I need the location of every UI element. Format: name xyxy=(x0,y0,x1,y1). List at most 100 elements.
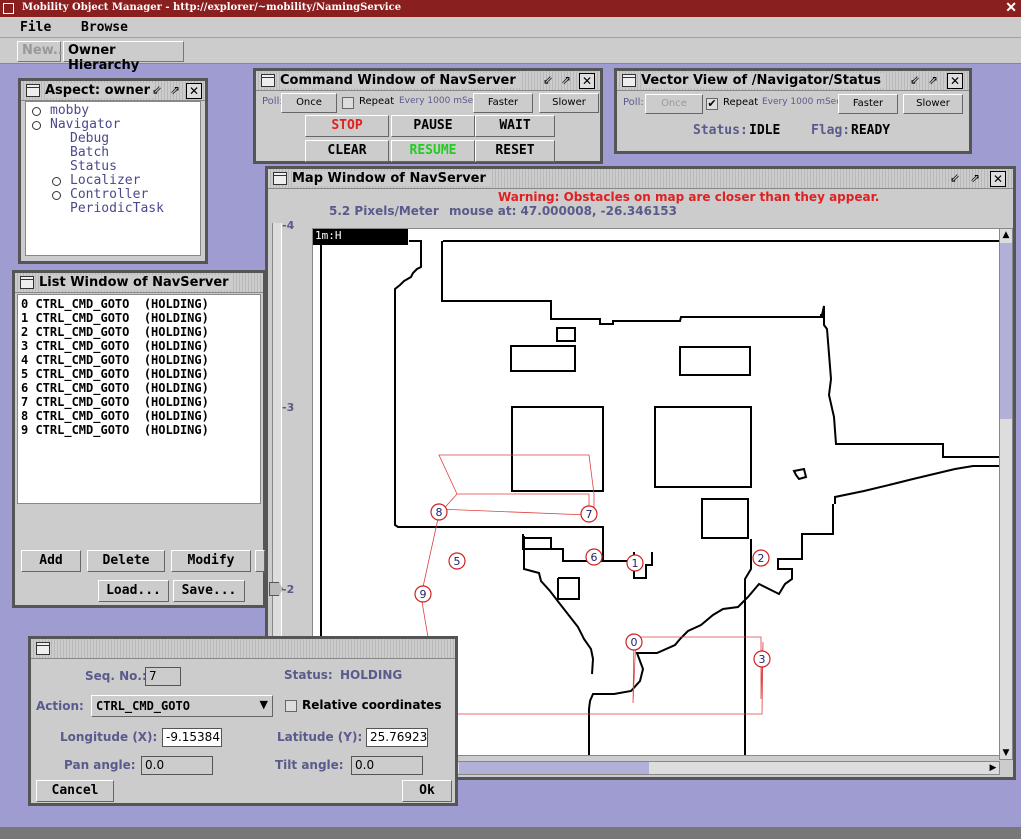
maximize-icon[interactable]: ⇗ xyxy=(967,171,983,187)
tree-node-controller[interactable]: Controller xyxy=(70,187,148,202)
list-item[interactable]: 4 CTRL_CMD_GOTO (HOLDING) xyxy=(21,353,209,367)
waypoint-marker[interactable]: 6 xyxy=(585,548,603,566)
faster-button[interactable]: Faster xyxy=(473,93,533,113)
list-item[interactable]: 2 CTRL_CMD_GOTO (HOLDING) xyxy=(21,325,209,339)
command-window: Command Window of NavServer ⇙ ⇗ ✕ Poll: … xyxy=(253,68,603,164)
reset-button[interactable]: RESET xyxy=(475,140,555,162)
relative-coordinates-checkbox[interactable] xyxy=(285,700,297,712)
vector-title: Vector View of /Navigator/Status xyxy=(641,73,885,88)
scroll-thumb[interactable] xyxy=(459,762,649,774)
close-icon[interactable]: ✕ xyxy=(186,83,202,99)
scroll-thumb[interactable] xyxy=(1000,243,1012,419)
tree-node-debug[interactable]: Debug xyxy=(70,131,109,146)
tree-node-navigator[interactable]: Navigator xyxy=(50,117,120,132)
slower-button[interactable]: Slower xyxy=(903,94,963,114)
maximize-icon[interactable]: ⇗ xyxy=(167,83,183,99)
save-button[interactable]: Save... xyxy=(173,580,245,602)
action-select[interactable]: CTRL_CMD_GOTO ▼ xyxy=(91,695,273,717)
cancel-button[interactable]: Cancel xyxy=(36,780,114,802)
command-titlebar[interactable]: Command Window of NavServer ⇙ ⇗ ✕ xyxy=(256,71,600,91)
seq-field[interactable]: 7 xyxy=(145,667,181,686)
list-item[interactable]: 9 CTRL_CMD_GOTO (HOLDING) xyxy=(21,423,209,437)
list-item[interactable]: 1 CTRL_CMD_GOTO (HOLDING) xyxy=(21,311,209,325)
resume-button[interactable]: RESUME xyxy=(391,140,475,162)
scroll-up-icon[interactable]: ▲ xyxy=(1000,229,1012,241)
repeat-checkbox[interactable] xyxy=(342,97,354,109)
expand-toggle-icon[interactable] xyxy=(52,177,61,186)
menu-file[interactable]: File xyxy=(20,20,51,35)
faster-button[interactable]: Faster xyxy=(838,94,898,114)
expand-toggle-icon[interactable] xyxy=(52,191,61,200)
stop-button[interactable]: STOP xyxy=(305,115,389,137)
waypoint-marker[interactable]: 7 xyxy=(580,505,598,523)
tilt-angle-label: Tilt angle: xyxy=(275,758,344,772)
list-item[interactable]: 0 CTRL_CMD_GOTO (HOLDING) xyxy=(21,297,209,311)
repeat-checkbox[interactable]: ✔ xyxy=(706,98,718,110)
window-icon xyxy=(26,84,40,97)
poll-once-button[interactable]: Once xyxy=(281,93,337,113)
map-titlebar[interactable]: Map Window of NavServer ⇙ ⇗ ✕ xyxy=(268,169,1013,189)
tree-node-localizer[interactable]: Localizer xyxy=(70,173,140,188)
maximize-icon[interactable]: ⇗ xyxy=(925,73,941,89)
map-vertical-scrollbar[interactable]: ▲ ▼ xyxy=(999,228,1013,760)
list-item[interactable]: 8 CTRL_CMD_GOTO (HOLDING) xyxy=(21,409,209,423)
tree-node-status[interactable]: Status xyxy=(70,159,117,174)
iconify-icon[interactable]: ⇙ xyxy=(149,83,165,99)
new-button[interactable]: New... xyxy=(17,41,68,62)
expand-toggle-icon[interactable] xyxy=(32,121,41,130)
waypoint-marker[interactable]: 9 xyxy=(414,585,432,603)
ruler-tick: -3 xyxy=(282,401,295,414)
waypoint-label: 0 xyxy=(631,636,638,649)
tree-node-mobby[interactable]: mobby xyxy=(50,103,89,118)
status-value: IDLE xyxy=(749,123,781,138)
scroll-down-icon[interactable]: ▼ xyxy=(1000,747,1012,759)
tree-node-periodictask[interactable]: PeriodicTask xyxy=(70,201,164,216)
wait-button[interactable]: WAIT xyxy=(475,115,555,137)
waypoint-marker[interactable]: 0 xyxy=(625,633,643,651)
menu-browse[interactable]: Browse xyxy=(81,20,128,35)
waypoint-marker[interactable]: 5 xyxy=(448,552,466,570)
latitude-field[interactable]: 25.76923 xyxy=(366,728,428,747)
app-close-icon[interactable]: ✕ xyxy=(1005,0,1017,16)
window-menu-icon[interactable] xyxy=(3,3,14,14)
maximize-icon[interactable]: ⇗ xyxy=(558,73,574,89)
clear-button[interactable]: CLEAR xyxy=(305,140,389,162)
tilt-angle-field[interactable]: 0.0 xyxy=(351,756,423,775)
list-item[interactable]: 7 CTRL_CMD_GOTO (HOLDING) xyxy=(21,395,209,409)
modify-button[interactable]: Modify xyxy=(171,550,251,572)
list-titlebar[interactable]: List Window of NavServer xyxy=(15,273,263,293)
map-warning: Warning: Obstacles on map are closer tha… xyxy=(498,190,880,204)
list-item[interactable]: 3 CTRL_CMD_GOTO (HOLDING) xyxy=(21,339,209,353)
detail-titlebar[interactable] xyxy=(31,639,455,659)
aspect-titlebar[interactable]: Aspect: owner ⇙ ⇗ ✕ xyxy=(21,81,205,101)
waypoint-marker[interactable]: 2 xyxy=(752,549,770,567)
slower-button[interactable]: Slower xyxy=(539,93,599,113)
waypoint-marker[interactable]: 3 xyxy=(753,650,771,668)
list-item[interactable]: 6 CTRL_CMD_GOTO (HOLDING) xyxy=(21,381,209,395)
list-extra-button[interactable] xyxy=(255,550,265,572)
iconify-icon[interactable]: ⇙ xyxy=(540,73,556,89)
owner-hierarchy-button[interactable]: Owner Hierarchy xyxy=(63,41,184,73)
command-detail-window: Seq. No.: 7 Status: HOLDING Action: CTRL… xyxy=(28,636,458,806)
vector-titlebar[interactable]: Vector View of /Navigator/Status ⇙ ⇗ ✕ xyxy=(617,71,969,91)
waypoint-marker[interactable]: 1 xyxy=(626,554,644,572)
close-icon[interactable]: ✕ xyxy=(579,73,595,89)
ok-button[interactable]: Ok xyxy=(402,780,452,802)
longitude-field[interactable]: -9.15384 xyxy=(162,728,222,747)
list-item[interactable]: 5 CTRL_CMD_GOTO (HOLDING) xyxy=(21,367,209,381)
add-button[interactable]: Add xyxy=(21,550,81,572)
scroll-right-icon[interactable]: ▶ xyxy=(987,762,999,774)
pause-button[interactable]: PAUSE xyxy=(391,115,475,137)
poll-once-button[interactable]: Once xyxy=(645,94,703,114)
close-icon[interactable]: ✕ xyxy=(990,171,1006,187)
tree-node-batch[interactable]: Batch xyxy=(70,145,109,160)
close-icon[interactable]: ✕ xyxy=(947,73,963,89)
waypoint-marker[interactable]: 8 xyxy=(430,503,448,521)
pan-angle-field[interactable]: 0.0 xyxy=(141,756,213,775)
iconify-icon[interactable]: ⇙ xyxy=(907,73,923,89)
delete-button[interactable]: Delete xyxy=(87,550,165,572)
iconify-icon[interactable]: ⇙ xyxy=(947,171,963,187)
waypoint-label: 2 xyxy=(758,552,765,565)
load-button[interactable]: Load... xyxy=(98,580,169,602)
expand-toggle-icon[interactable] xyxy=(32,107,41,116)
